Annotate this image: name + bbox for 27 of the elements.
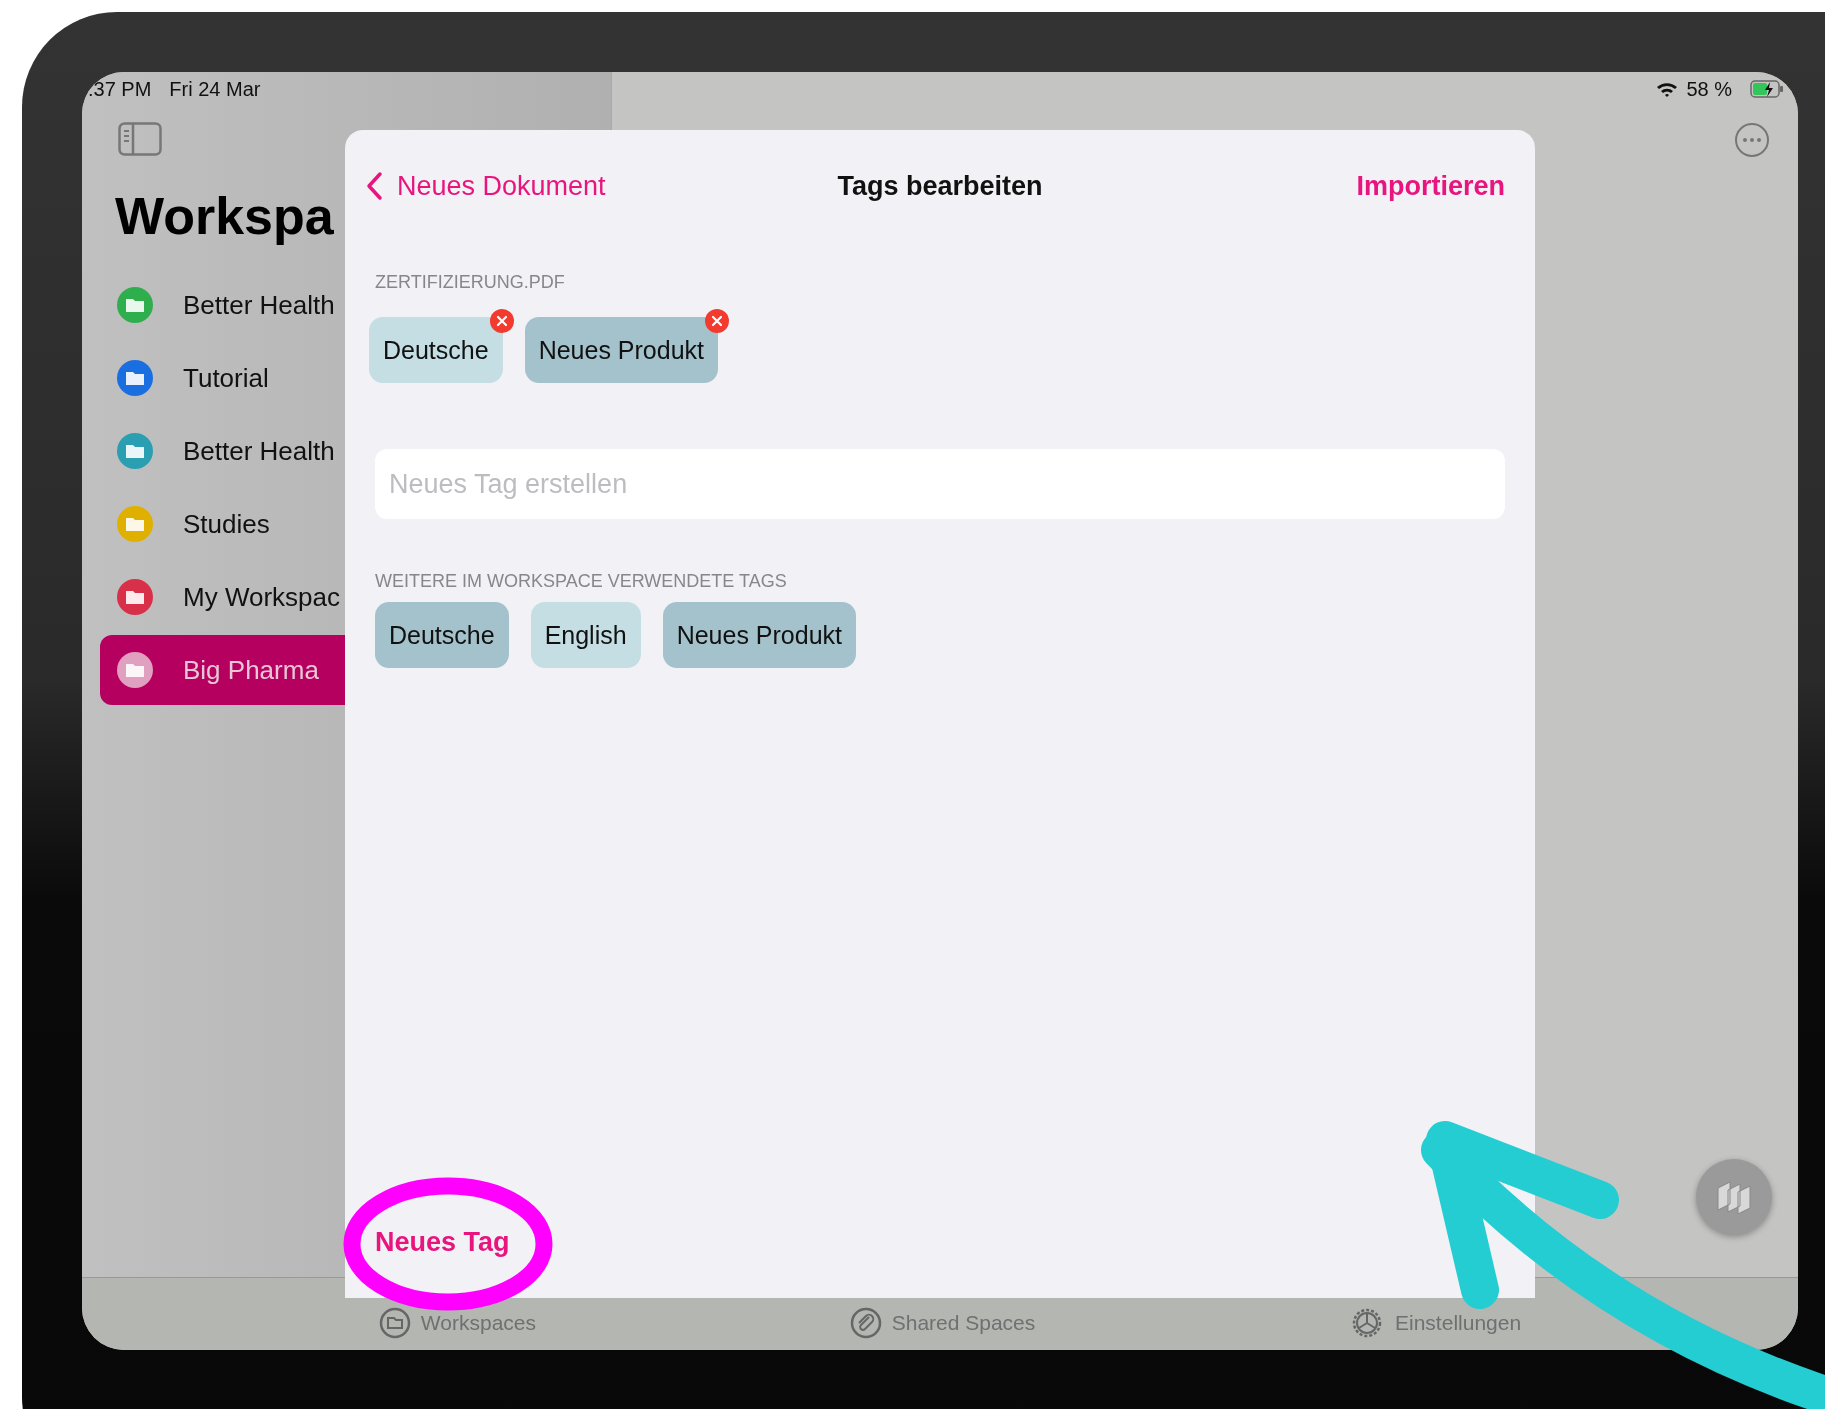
stack-button[interactable] bbox=[1696, 1159, 1772, 1235]
stacked-pages-icon bbox=[1714, 1180, 1754, 1214]
sidebar-toggle-icon[interactable] bbox=[118, 122, 162, 156]
tag-chip[interactable]: Deutsche bbox=[375, 602, 509, 668]
tag-chip[interactable]: Neues Produkt bbox=[662, 602, 856, 668]
new-tag-field[interactable]: Neues Tag erstellen bbox=[375, 449, 1505, 519]
paperclip-icon bbox=[849, 1307, 882, 1339]
back-button[interactable]: Neues Dokument bbox=[365, 170, 606, 202]
battery-icon bbox=[1750, 80, 1784, 98]
tag-chip[interactable]: English bbox=[530, 602, 641, 668]
section-label: ZERTIFIZIERUNG.PDF bbox=[375, 272, 566, 293]
folder-icon bbox=[378, 1307, 411, 1339]
sidebar-title: Workspa bbox=[115, 186, 335, 246]
wifi-icon bbox=[1656, 81, 1679, 97]
import-button[interactable]: Importieren bbox=[1356, 170, 1505, 202]
more-icon[interactable] bbox=[1734, 122, 1770, 158]
new-tag-button[interactable]: Neues Tag bbox=[375, 1227, 510, 1258]
tag-chip[interactable]: Neues Produkt bbox=[524, 317, 718, 383]
status-date: Fri 24 Mar bbox=[169, 77, 261, 101]
section-label: WEITERE IM WORKSPACE VERWENDETE TAGS bbox=[375, 571, 788, 592]
sheet-title: Tags bearbeiten bbox=[837, 170, 1043, 202]
tag-chip[interactable]: Deutsche bbox=[369, 317, 503, 383]
battery-percent: 58 % bbox=[1686, 77, 1732, 101]
remove-icon[interactable] bbox=[488, 308, 515, 334]
remove-icon[interactable] bbox=[704, 308, 730, 334]
chevron-left-icon bbox=[365, 171, 383, 201]
status-time: :37 PM bbox=[88, 77, 152, 101]
